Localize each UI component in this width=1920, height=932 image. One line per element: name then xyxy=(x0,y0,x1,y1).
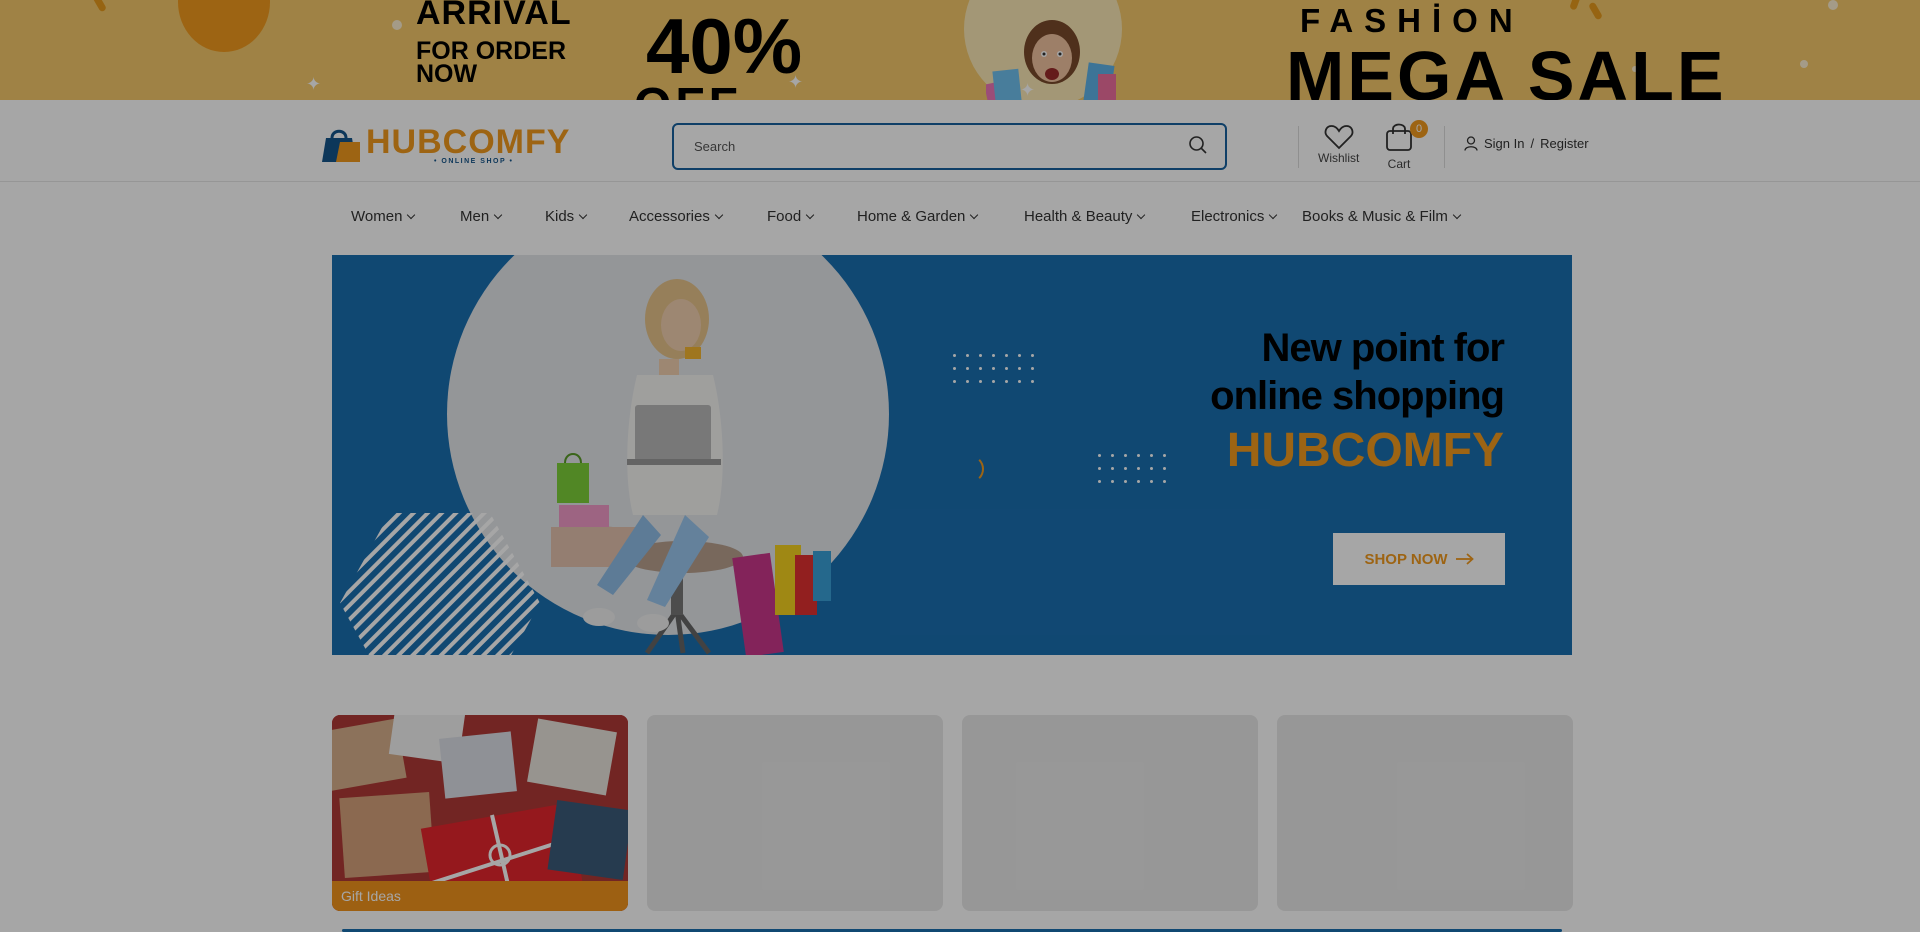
modal-backdrop-overlay[interactable] xyxy=(0,0,1920,932)
